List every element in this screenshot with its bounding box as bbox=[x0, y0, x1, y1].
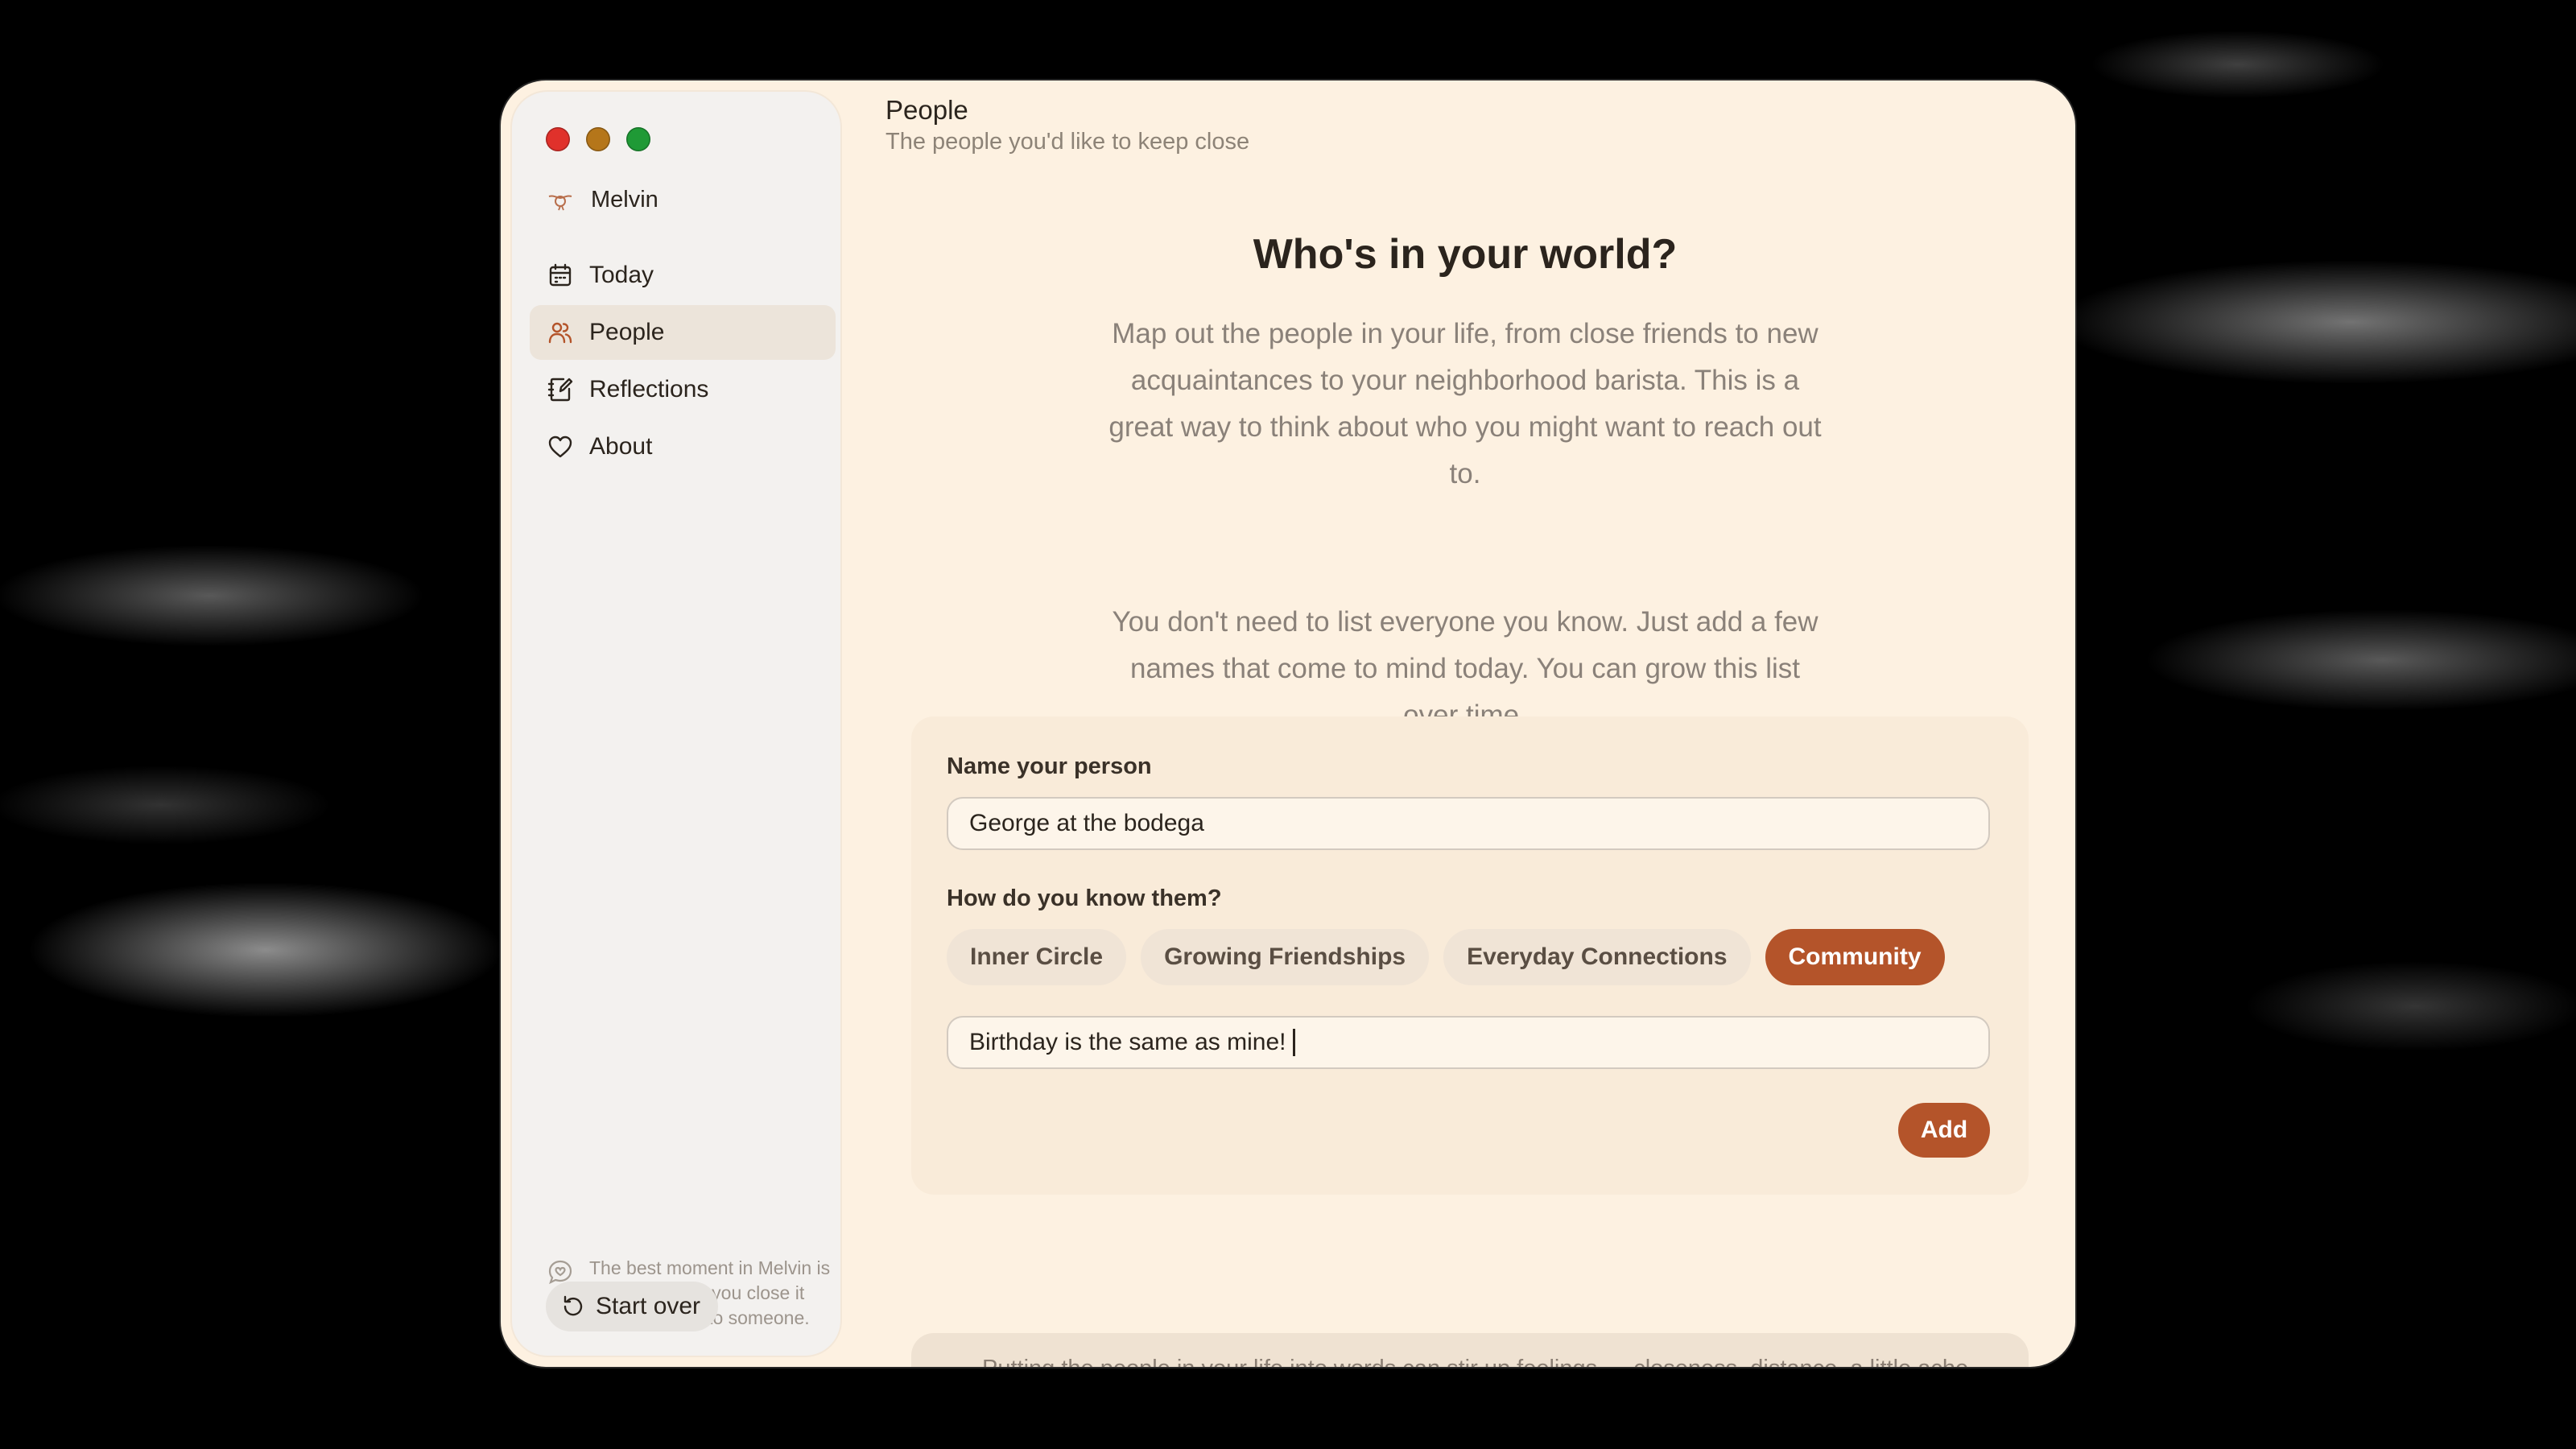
note-input-value: Birthday is the same as mine! bbox=[969, 1029, 1286, 1055]
sidebar-nav: Today People Reflections About bbox=[530, 248, 836, 477]
name-field-label: Name your person bbox=[947, 753, 1152, 779]
category-label: How do you know them? bbox=[947, 886, 1222, 911]
chip-growing-friendships[interactable]: Growing Friendships bbox=[1141, 929, 1430, 985]
calendar-icon bbox=[549, 263, 572, 287]
category-chips: Inner Circle Growing Friendships Everyda… bbox=[947, 929, 1945, 985]
reset-icon bbox=[564, 1295, 583, 1316]
bird-logo-icon bbox=[548, 195, 572, 211]
page-title: People bbox=[886, 95, 968, 125]
close-window-button[interactable] bbox=[546, 127, 570, 151]
chip-inner-circle[interactable]: Inner Circle bbox=[947, 929, 1127, 985]
add-person-form: Name your person George at the bodega Ho… bbox=[911, 716, 2029, 1195]
chip-everyday-connections[interactable]: Everyday Connections bbox=[1443, 929, 1751, 985]
hero-intro-text: Map out the people in your life, from cl… bbox=[1108, 318, 1822, 489]
sidebar-item-reflections[interactable]: Reflections bbox=[530, 362, 836, 417]
start-over-button[interactable]: Start over bbox=[546, 1282, 719, 1331]
page-subtitle: The people you'd like to keep close bbox=[886, 129, 1250, 155]
start-over-label: Start over bbox=[596, 1293, 701, 1319]
sidebar-item-label: Today bbox=[589, 262, 654, 288]
sidebar-item-label: People bbox=[589, 319, 665, 345]
sidebar-item-today[interactable]: Today bbox=[530, 248, 836, 303]
main-content: People The people you'd like to keep clo… bbox=[855, 80, 2075, 1367]
journal-icon bbox=[547, 378, 573, 402]
window-controls bbox=[546, 127, 650, 151]
name-input-value: George at the bodega bbox=[969, 810, 1204, 836]
hero-heading: Who's in your world? bbox=[1253, 231, 1678, 278]
app-brand: Melvin bbox=[546, 185, 658, 214]
sidebar-item-about[interactable]: About bbox=[530, 419, 836, 474]
sidebar-item-people[interactable]: People bbox=[530, 305, 836, 360]
sidebar-item-label: Reflections bbox=[589, 376, 709, 402]
heart-icon bbox=[548, 436, 572, 458]
sidebar: Melvin Today People Reflections About Th… bbox=[512, 92, 840, 1356]
minimize-window-button[interactable] bbox=[586, 127, 610, 151]
sidebar-item-label: About bbox=[589, 433, 653, 460]
name-input[interactable]: George at the bodega bbox=[947, 797, 1990, 850]
note-input[interactable]: Birthday is the same as mine! bbox=[947, 1016, 1990, 1069]
app-name: Melvin bbox=[591, 186, 658, 213]
maximize-window-button[interactable] bbox=[626, 127, 650, 151]
add-person-button[interactable]: Add bbox=[1898, 1103, 1990, 1158]
app-window: Melvin Today People Reflections About Th… bbox=[501, 80, 2075, 1367]
people-icon bbox=[548, 322, 572, 344]
feelings-note: Putting the people in your life into wor… bbox=[911, 1333, 2029, 1367]
chip-community[interactable]: Community bbox=[1765, 929, 1945, 985]
text-cursor bbox=[1292, 1029, 1295, 1056]
feelings-note-text: Putting the people in your life into wor… bbox=[982, 1352, 2004, 1367]
